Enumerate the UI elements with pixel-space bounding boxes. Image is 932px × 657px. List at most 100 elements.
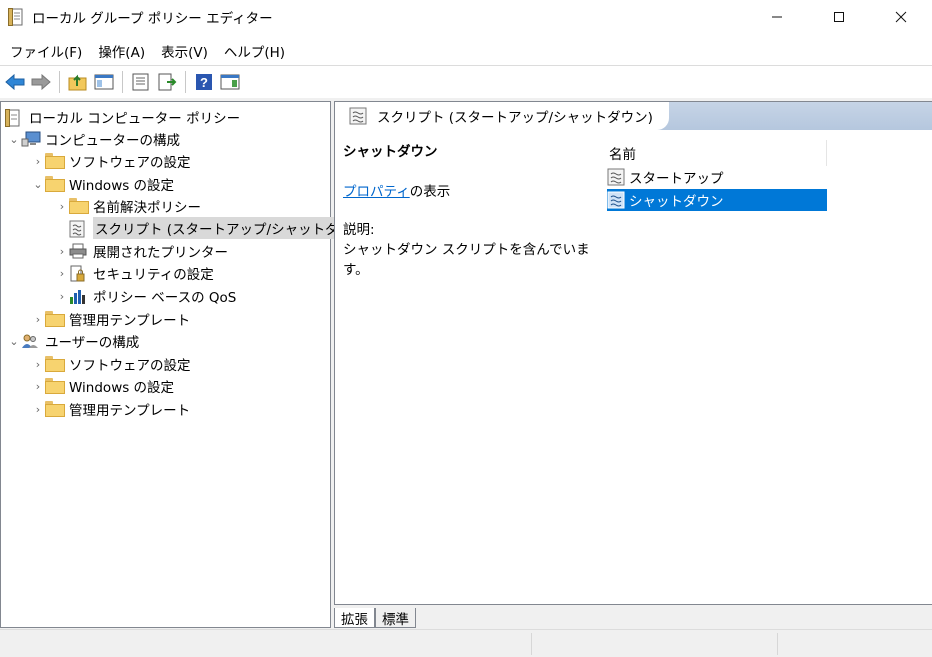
column-header-name[interactable]: 名前 (605, 140, 827, 166)
tree-item-user-software-settings[interactable]: › ソフトウェアの設定 (31, 353, 191, 375)
chevron-right-icon[interactable]: › (55, 290, 69, 303)
tree-label: コンピューターの構成 (45, 133, 180, 149)
tab-standard[interactable]: 標準 (375, 608, 416, 628)
up-one-level-button[interactable] (66, 70, 90, 94)
action-pane-icon (220, 74, 240, 89)
folder-icon (45, 311, 65, 327)
chevron-right-icon[interactable]: › (55, 200, 69, 213)
minimize-button[interactable] (746, 0, 808, 34)
properties-button[interactable] (129, 70, 153, 94)
extended-description: シャットダウン プロパティの表示 説明: シャットダウン スクリプトを含んでいま… (343, 140, 603, 278)
tree-label: ユーザーの構成 (45, 335, 140, 351)
tree-item-security-settings[interactable]: › セキュリティの設定 (55, 262, 214, 284)
tree-item-admin-templates[interactable]: › 管理用テンプレート (31, 308, 190, 330)
tree-label: Windows の設定 (69, 178, 175, 194)
chevron-down-icon[interactable]: ⌄ (7, 335, 21, 348)
chevron-right-icon[interactable]: › (31, 380, 45, 393)
script-icon (607, 191, 625, 209)
tree-label: ソフトウェアの設定 (69, 358, 191, 374)
description-label: 説明: (343, 222, 375, 238)
chevron-right-icon[interactable]: › (55, 245, 69, 258)
list-item-shutdown[interactable]: シャットダウン (607, 189, 827, 211)
details-pane: スクリプト (スタートアップ/シャットダウン) シャットダウン プロパティの表示… (334, 101, 932, 605)
console-tree-icon (94, 74, 114, 89)
security-icon (69, 265, 87, 282)
folder-icon (69, 198, 89, 214)
show-hide-tree-button[interactable] (92, 70, 116, 94)
chevron-right-icon[interactable]: › (31, 358, 45, 371)
maximize-icon (834, 12, 844, 22)
chevron-right-icon[interactable]: › (31, 403, 45, 416)
policy-icon (5, 109, 23, 127)
tree-item-windows-settings[interactable]: ⌄ Windows の設定 (31, 173, 174, 195)
tree-item-user-admin-templates[interactable]: › 管理用テンプレート (31, 398, 190, 420)
forward-button[interactable] (29, 70, 53, 94)
menu-file[interactable]: ファイル(F) (2, 41, 90, 61)
tree-item-root[interactable]: ローカル コンピューター ポリシー (5, 106, 240, 128)
menu-view[interactable]: 表示(V) (153, 41, 216, 61)
script-icon (607, 168, 625, 186)
chevron-down-icon[interactable]: ⌄ (7, 133, 21, 146)
details-header: スクリプト (スタートアップ/シャットダウン) (335, 102, 932, 130)
export-list-button[interactable] (155, 70, 179, 94)
chevron-right-icon[interactable]: › (31, 313, 45, 326)
folder-icon (45, 356, 65, 372)
printer-icon (69, 243, 87, 259)
bar-chart-icon (69, 288, 87, 304)
properties-link[interactable]: プロパティ (343, 184, 410, 200)
description-text: シャットダウン スクリプトを含んでいます。 (343, 242, 590, 278)
title-bar: ローカル グループ ポリシー エディター (0, 0, 932, 34)
toolbar: ? (0, 65, 932, 97)
toolbar-separator (122, 70, 123, 93)
properties-icon (132, 73, 149, 90)
script-icon (349, 107, 367, 125)
selected-item-title: シャットダウン (343, 144, 438, 160)
folder-icon (45, 153, 65, 169)
tree-item-computer-config[interactable]: ⌄ コンピューターの構成 (7, 128, 180, 150)
list-item-startup[interactable]: スタートアップ (607, 166, 724, 188)
forward-arrow-icon (31, 73, 51, 90)
back-button[interactable] (3, 70, 27, 94)
menu-bar: ファイル(F) 操作(A) 表示(V) ヘルプ(H) (0, 38, 293, 64)
help-button[interactable]: ? (192, 70, 216, 94)
close-button[interactable] (870, 0, 932, 34)
toolbar-separator (59, 70, 60, 93)
tree-item-software-settings[interactable]: › ソフトウェアの設定 (31, 150, 191, 172)
tree-item-qos[interactable]: › ポリシー ベースの QoS (55, 285, 237, 307)
tree-item-scripts[interactable]: スクリプト (スタートアップ/シャットダウン) (55, 217, 373, 239)
show-action-pane-button[interactable] (218, 70, 242, 94)
back-arrow-icon (5, 73, 25, 90)
tree-label: セキュリティの設定 (93, 267, 214, 283)
minimize-icon (772, 16, 782, 18)
tab-extended[interactable]: 拡張 (334, 608, 375, 628)
menu-action[interactable]: 操作(A) (90, 41, 153, 61)
tree-item-deployed-printers[interactable]: › 展開されたプリンター (55, 240, 228, 262)
tree-label: スクリプト (スタートアップ/シャットダウン) (93, 217, 373, 239)
help-icon: ? (196, 73, 212, 90)
close-icon (895, 11, 907, 23)
folder-icon (45, 401, 65, 417)
folder-icon (45, 378, 65, 394)
policy-editor-icon (8, 8, 24, 26)
console-tree[interactable]: ローカル コンピューター ポリシー ⌄ コンピューターの構成 › ソフトウェアの… (0, 101, 373, 628)
view-tabs: 拡張 標準 (334, 606, 416, 628)
tree-item-user-windows-settings[interactable]: › Windows の設定 (31, 375, 174, 397)
chevron-right-icon[interactable]: › (55, 267, 69, 280)
status-bar (0, 629, 932, 657)
chevron-down-icon[interactable]: ⌄ (31, 178, 45, 191)
chevron-right-icon[interactable]: › (31, 155, 45, 168)
svg-text:?: ? (200, 75, 208, 90)
tree-label: 管理用テンプレート (69, 403, 191, 419)
menu-help[interactable]: ヘルプ(H) (216, 41, 293, 61)
toolbar-separator (185, 70, 186, 93)
tree-item-name-resolution-policy[interactable]: › 名前解決ポリシー (55, 195, 201, 217)
window-title: ローカル グループ ポリシー エディター (32, 11, 273, 27)
properties-link-suffix: の表示 (409, 184, 451, 200)
folder-up-icon (68, 74, 87, 90)
tree-label: 管理用テンプレート (69, 313, 191, 329)
maximize-button[interactable] (808, 0, 870, 34)
tree-item-user-config[interactable]: ⌄ ユーザーの構成 (7, 330, 139, 352)
export-list-icon (158, 73, 177, 90)
computer-icon (21, 131, 41, 147)
tree-label: ローカル コンピューター ポリシー (29, 111, 241, 127)
